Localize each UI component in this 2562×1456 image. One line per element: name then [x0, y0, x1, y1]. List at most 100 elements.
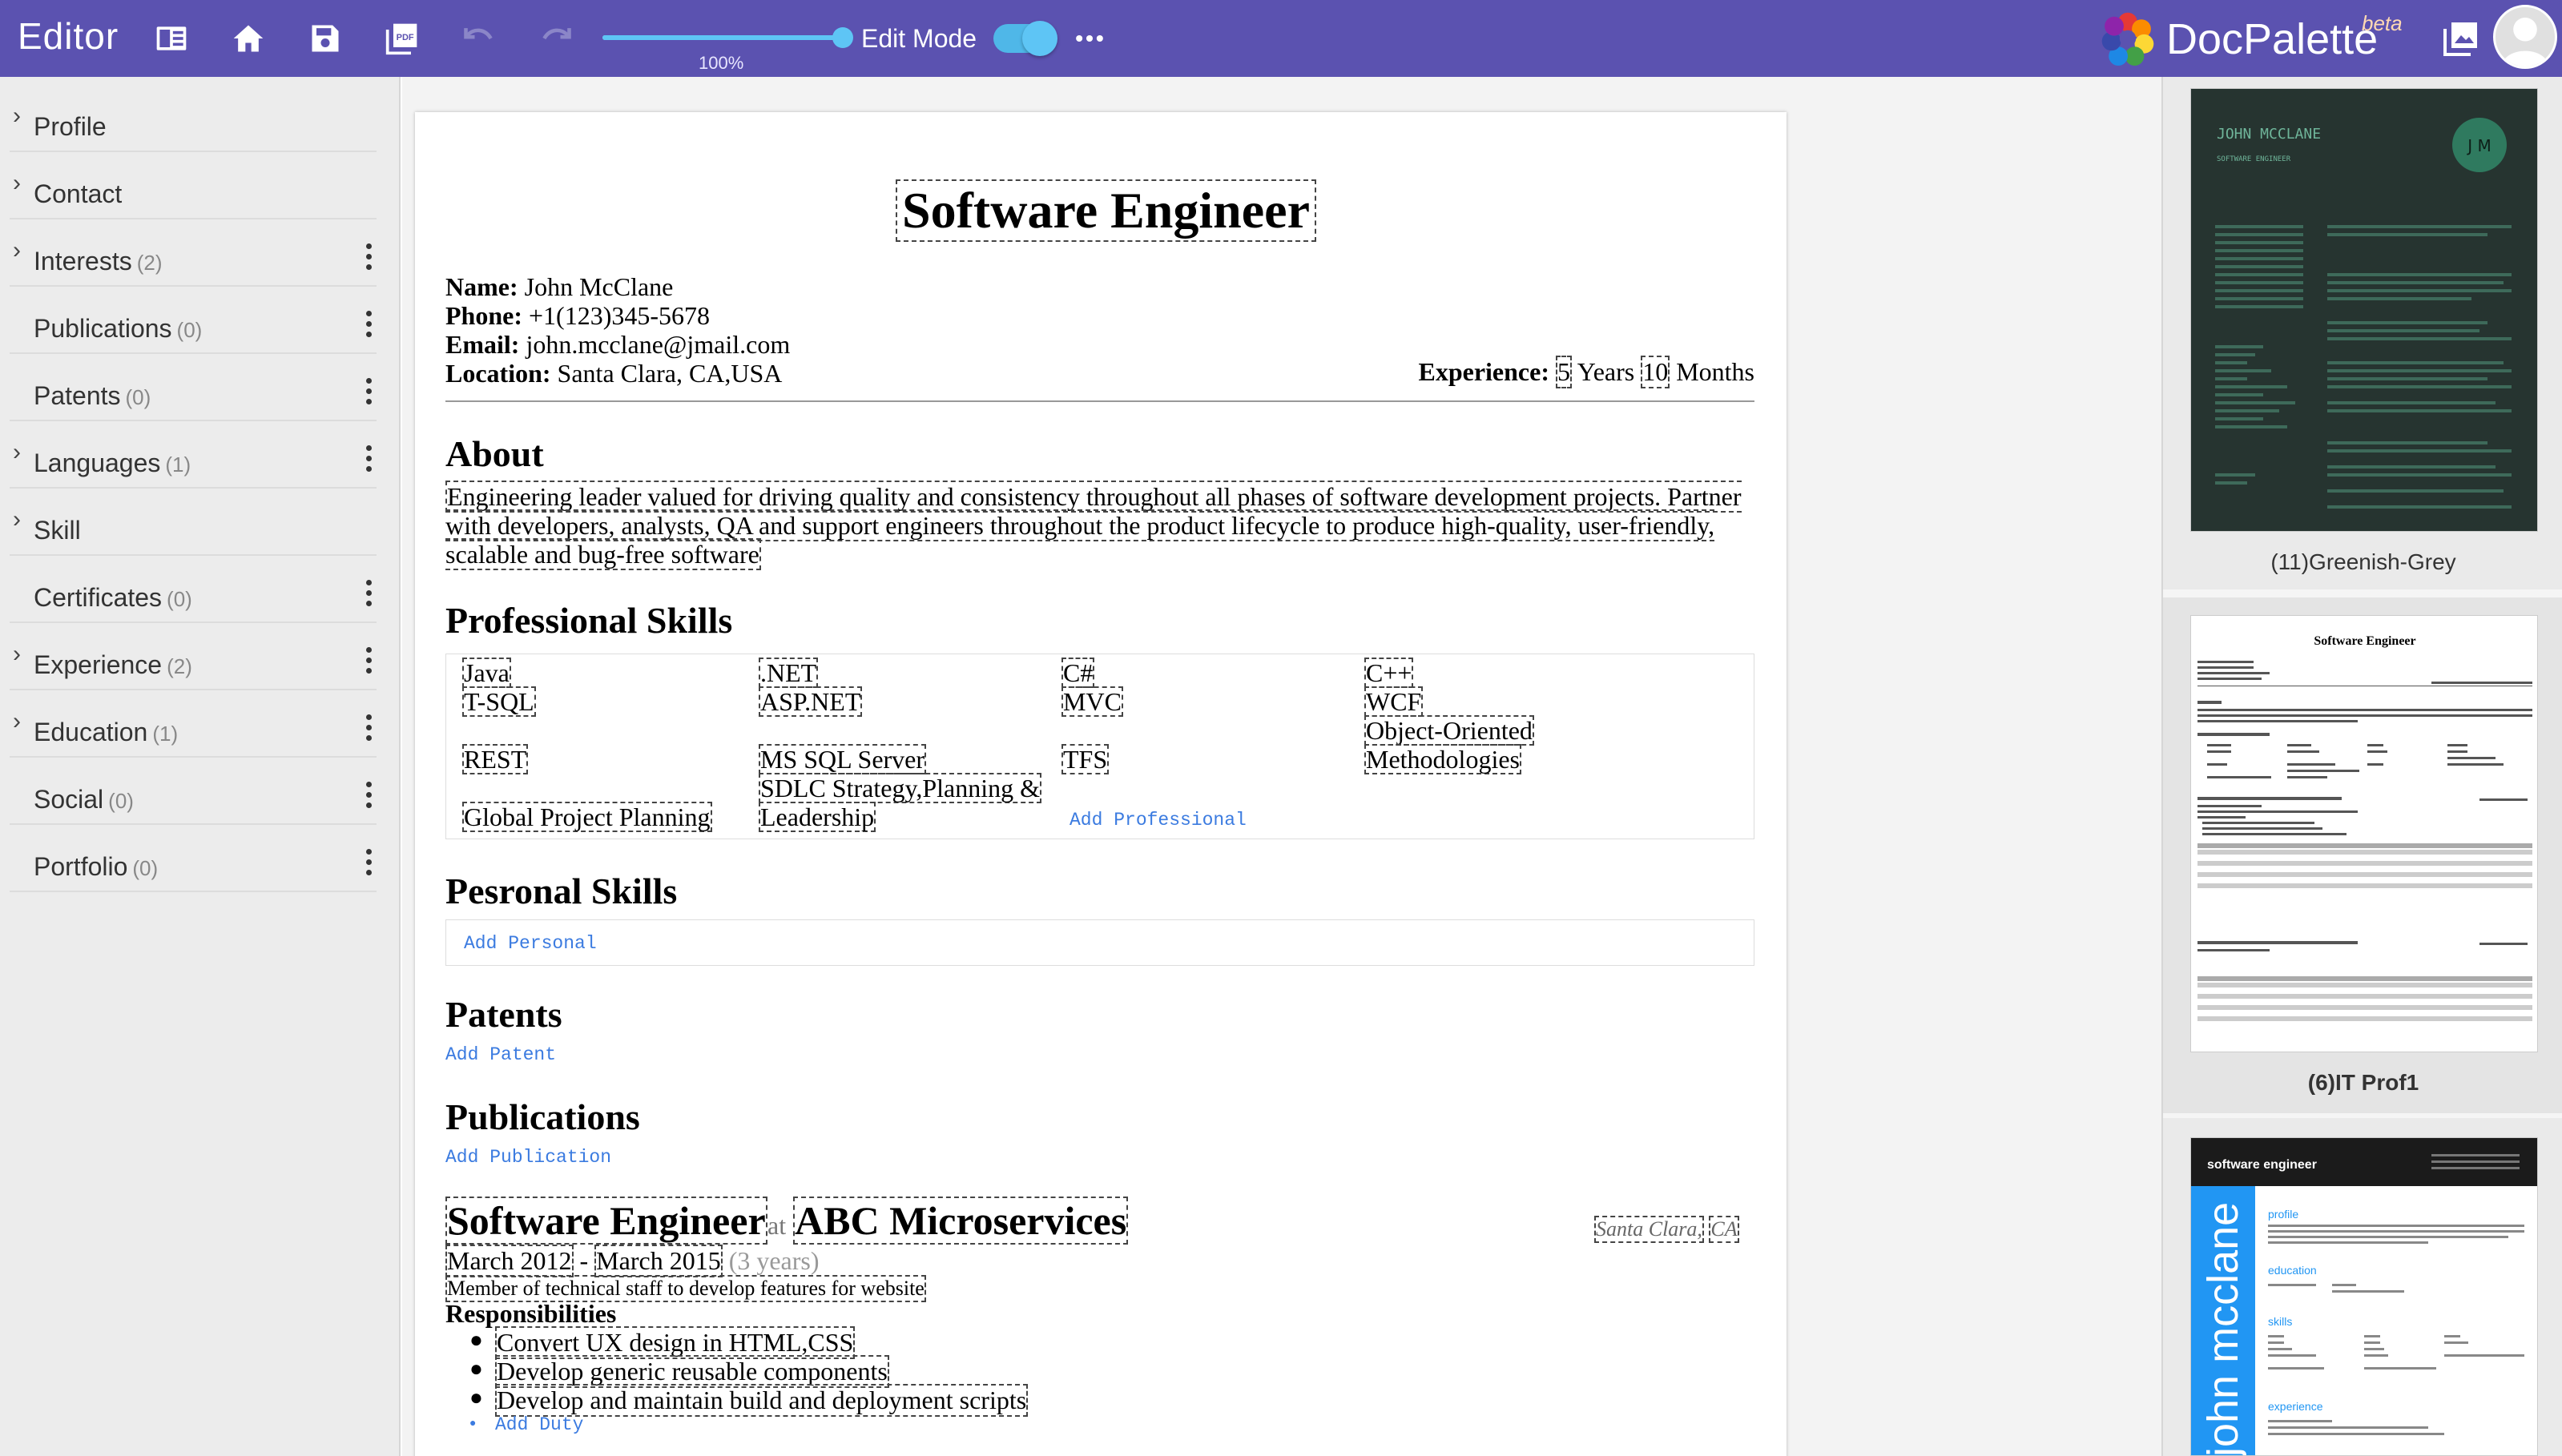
- template-card[interactable]: software engineer john mcclane profile e…: [2163, 1118, 2562, 1456]
- sidebar-item-languages[interactable]: › Languages (1): [10, 421, 377, 489]
- sidebar-item-label: Social: [34, 785, 104, 814]
- template-thumbnail[interactable]: Software Engineer: [2190, 615, 2538, 1052]
- kebab-menu-icon[interactable]: [361, 849, 377, 881]
- edit-mode-toggle[interactable]: [993, 21, 1057, 56]
- zoom-slider-thumb[interactable]: [832, 27, 853, 48]
- sidebar-item-count: (0): [167, 587, 192, 611]
- skill-item[interactable]: SDLC Strategy,Planning &: [759, 773, 1042, 803]
- kebab-menu-icon[interactable]: [361, 378, 377, 410]
- preview-title: Software Engineer: [2314, 634, 2415, 648]
- sidebar-item-label: Certificates: [34, 583, 163, 612]
- professional-skills-heading: Professional Skills: [445, 600, 733, 641]
- sidebar-item-experience[interactable]: › Experience (2): [10, 623, 377, 690]
- sidebar-item-education[interactable]: › Education (1): [10, 690, 377, 758]
- name-value[interactable]: John McClane: [525, 272, 674, 301]
- sidebar-toggle-icon[interactable]: [151, 18, 192, 59]
- about-heading: About: [445, 433, 544, 474]
- phone-value[interactable]: +1(123)345-5678: [529, 301, 710, 330]
- chevron-right-icon[interactable]: ›: [13, 708, 21, 735]
- skill-item[interactable]: Java: [462, 658, 511, 688]
- skill-item[interactable]: Leadership: [759, 802, 876, 832]
- resume-page: Software Engineer Name: John McClane Pho…: [415, 112, 1787, 1456]
- skill-item[interactable]: REST: [462, 744, 529, 774]
- add-duty-link[interactable]: Add Duty: [495, 1414, 583, 1435]
- kebab-menu-icon[interactable]: [361, 243, 377, 276]
- home-icon[interactable]: [228, 18, 269, 59]
- duty-item[interactable]: Develop and maintain build and deploymen…: [495, 1384, 1029, 1417]
- sidebar-item-label: Profile: [34, 112, 107, 141]
- sidebar-item-contact[interactable]: › Contact: [10, 152, 377, 219]
- sidebar-item-portfolio[interactable]: Portfolio (0): [10, 825, 377, 892]
- kebab-menu-icon[interactable]: [361, 445, 377, 477]
- edit-mode-toggle-knob: [1022, 21, 1057, 56]
- save-icon[interactable]: [304, 18, 346, 59]
- skill-item[interactable]: ASP.NET: [759, 686, 863, 717]
- about-text[interactable]: Engineering leader valued for driving qu…: [445, 481, 1754, 570]
- experience-years-value[interactable]: 5: [1555, 356, 1572, 388]
- job-state[interactable]: CA: [1709, 1216, 1739, 1243]
- kebab-menu-icon[interactable]: [361, 714, 377, 746]
- template-thumbnail[interactable]: JOHN MCCLANE SOFTWARE ENGINEER J M: [2190, 88, 2538, 532]
- template-label: (11)Greenish-Grey: [2270, 549, 2456, 574]
- sidebar-item-interests[interactable]: › Interests (2): [10, 219, 377, 287]
- skill-item[interactable]: Object-Oriented: [1364, 715, 1534, 746]
- duty-item[interactable]: Develop generic reusable components: [495, 1355, 889, 1388]
- experience-months-value[interactable]: 10: [1641, 356, 1670, 388]
- skill-item[interactable]: Methodologies: [1364, 744, 1521, 774]
- skill-item[interactable]: .NET: [759, 658, 819, 688]
- add-personal-link[interactable]: Add Personal: [464, 933, 597, 954]
- location-value[interactable]: Santa Clara, CA,USA: [558, 359, 783, 388]
- template-thumbnail[interactable]: software engineer john mcclane profile e…: [2190, 1137, 2538, 1456]
- skill-item[interactable]: MS SQL Server: [759, 744, 927, 774]
- kebab-menu-icon[interactable]: [361, 782, 377, 814]
- template-card[interactable]: Software Engineer (6)IT Prof1: [2163, 597, 2562, 1113]
- chevron-right-icon[interactable]: ›: [13, 641, 21, 668]
- email-value[interactable]: john.mcclane@jmail.com: [526, 330, 790, 359]
- chevron-right-icon[interactable]: ›: [13, 237, 21, 264]
- skill-item[interactable]: WCF: [1364, 686, 1424, 717]
- resume-title[interactable]: Software Engineer: [896, 179, 1316, 242]
- pdf-icon[interactable]: PDF: [381, 18, 423, 59]
- sidebar-item-certificates[interactable]: Certificates (0): [10, 556, 377, 623]
- job-end-date[interactable]: March 2015: [594, 1245, 723, 1277]
- sidebar-item-skill[interactable]: › Skill: [10, 489, 377, 556]
- skill-item[interactable]: C++: [1364, 658, 1414, 688]
- sidebar-item-social[interactable]: Social (0): [10, 758, 377, 825]
- chevron-right-icon[interactable]: ›: [13, 506, 21, 533]
- sidebar-item-publications[interactable]: Publications (0): [10, 287, 377, 354]
- job-city[interactable]: Santa Clara,: [1594, 1216, 1704, 1243]
- skill-item[interactable]: T-SQL: [462, 686, 536, 717]
- sidebar-item-count: (0): [125, 385, 151, 409]
- kebab-menu-icon[interactable]: [361, 647, 377, 679]
- chevron-right-icon[interactable]: ›: [13, 170, 21, 197]
- avatar[interactable]: [2493, 5, 2557, 69]
- skill-item[interactable]: C#: [1061, 658, 1095, 688]
- redo-icon[interactable]: [535, 18, 577, 59]
- sidebar-item-profile[interactable]: › Profile: [10, 85, 377, 152]
- sidebar-item-label: Experience: [34, 650, 163, 679]
- chevron-right-icon[interactable]: ›: [13, 439, 21, 466]
- kebab-menu-icon[interactable]: [361, 311, 377, 343]
- more-icon[interactable]: [1069, 18, 1110, 59]
- add-professional-link[interactable]: Add Professional: [1070, 810, 1247, 831]
- sidebar-item-patents[interactable]: Patents (0): [10, 354, 377, 421]
- brand-beta-badge: beta: [2362, 11, 2403, 35]
- gallery-icon[interactable]: [2442, 19, 2480, 58]
- undo-icon[interactable]: [458, 18, 500, 59]
- add-patent-link[interactable]: Add Patent: [445, 1044, 556, 1065]
- skill-item[interactable]: TFS: [1061, 744, 1110, 774]
- it-prof1-preview: Software Engineer: [2197, 634, 2532, 1021]
- kebab-menu-icon[interactable]: [361, 580, 377, 612]
- job-start-date[interactable]: March 2012: [445, 1245, 574, 1277]
- about-text-value[interactable]: Engineering leader valued for driving qu…: [445, 481, 1742, 570]
- chevron-right-icon[interactable]: ›: [13, 103, 21, 130]
- job-description[interactable]: Member of technical staff to develop fea…: [445, 1275, 926, 1302]
- skill-item[interactable]: Global Project Planning: [462, 802, 712, 832]
- job-title[interactable]: Software Engineer: [445, 1197, 767, 1245]
- job-company[interactable]: ABC Microservices: [793, 1197, 1129, 1245]
- duty-item[interactable]: Convert UX design in HTML,CSS: [495, 1326, 856, 1359]
- template-card[interactable]: JOHN MCCLANE SOFTWARE ENGINEER J M (11)G…: [2163, 77, 2562, 589]
- zoom-slider[interactable]: [602, 27, 853, 48]
- skill-item[interactable]: MVC: [1061, 686, 1123, 717]
- add-publication-link[interactable]: Add Publication: [445, 1147, 611, 1168]
